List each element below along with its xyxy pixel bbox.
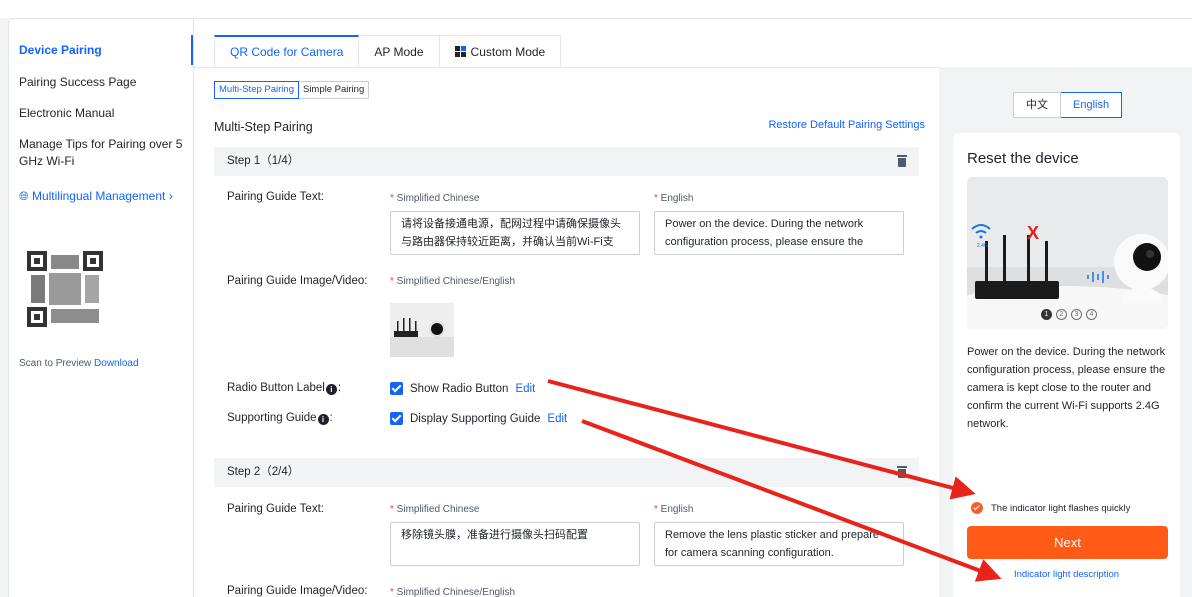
tab-qr-code-camera[interactable]: QR Code for Camera [214, 35, 360, 67]
download-link[interactable]: Download [94, 358, 138, 369]
display-supporting-guide-row: Display Supporting Guide Edit [390, 412, 567, 425]
page-dot-4[interactable]: 4 [1086, 309, 1097, 320]
sidebar-item-device-pairing[interactable]: Device Pairing [19, 42, 191, 59]
edit-supporting-guide-link[interactable]: Edit [547, 413, 567, 425]
sidebar: Device Pairing Pairing Success Page Elec… [9, 19, 194, 597]
section-title: Multi-Step Pairing [214, 120, 313, 134]
preview-card: Reset the device X 2.4G 1 2 3 4 Power on… [953, 133, 1180, 597]
tab-ap-mode[interactable]: AP Mode [359, 35, 440, 67]
lang-option-english[interactable]: English [1061, 92, 1123, 118]
step-1-guide-text-label: Pairing Guide Text: [227, 191, 324, 203]
step-1-en-label: * English [654, 193, 694, 204]
display-supporting-guide-checkbox[interactable] [390, 412, 403, 425]
tab-custom-mode[interactable]: Custom Mode [439, 35, 562, 67]
step-1-title: Step 1（1/4） [227, 155, 300, 167]
step-1-image-lang-label: * Simplified Chinese/English [390, 276, 516, 287]
svg-text:2.4G: 2.4G [977, 243, 988, 249]
next-button[interactable]: Next [967, 526, 1168, 559]
scan-preview-text: Scan to Preview Download [19, 358, 139, 369]
chevron-right-icon: › [168, 189, 173, 203]
radio-button-label-field: Radio Button Label i: [227, 382, 342, 395]
step-2-image-label: Pairing Guide Image/Video: [227, 585, 368, 597]
main-panel: QR Code for Camera AP Mode Custom Mode M… [194, 19, 939, 597]
mobile-preview-panel: 中文 English Reset the device X 2.4G 1 2 3… [939, 67, 1192, 597]
radio-checked-icon [971, 502, 983, 514]
restore-defaults-link[interactable]: Restore Default Pairing Settings [768, 119, 925, 131]
indicator-flash-radio[interactable]: The indicator light flashes quickly [971, 502, 1130, 514]
show-radio-button-checkbox[interactable] [390, 382, 403, 395]
preview-description: Power on the device. During the network … [967, 346, 1166, 430]
step-1-image-label: Pairing Guide Image/Video: [227, 275, 368, 287]
step-2-title: Step 2（2/4） [227, 466, 300, 478]
step-2-guide-text-label: Pairing Guide Text: [227, 503, 324, 515]
step-2-zh-label: * Simplified Chinese [390, 504, 480, 515]
indicator-flash-label: The indicator light flashes quickly [991, 502, 1131, 514]
page-dot-3[interactable]: 3 [1071, 309, 1082, 320]
simple-pairing-option[interactable]: Simple Pairing [298, 81, 370, 99]
step-2-en-text-input[interactable]: Remove the lens plastic sticker and prep… [654, 522, 904, 566]
edit-radio-button-link[interactable]: Edit [515, 383, 535, 395]
mode-tabs: QR Code for Camera AP Mode Custom Mode [214, 35, 562, 67]
step-2-en-label: * English [654, 504, 694, 515]
scan-label: Scan to Preview [19, 358, 92, 369]
step-2-image-lang-label: * Simplified Chinese/English [390, 587, 516, 597]
step-1-zh-label: * Simplified Chinese [390, 193, 480, 204]
preview-qr-code [27, 251, 103, 327]
indicator-light-description-link[interactable]: Indicator light description [953, 569, 1180, 580]
pairing-type-switch: Multi-Step Pairing Simple Pairing [214, 81, 370, 99]
tab-custom-mode-label: Custom Mode [470, 44, 546, 59]
multilingual-label: Multilingual Management [31, 189, 166, 203]
show-radio-button-label: Show Radio Button [410, 382, 509, 395]
svg-text:X: X [1027, 223, 1039, 243]
step-1-zh-text-input[interactable]: 请将设备接通电源，配网过程中请确保摄像头与路由器保持较近距离，并确认当前Wi-F… [390, 211, 640, 255]
lang-option-chinese[interactable]: 中文 [1013, 92, 1061, 118]
app-frame: Device Pairing Pairing Success Page Elec… [8, 18, 1192, 597]
preview-title: Reset the device [967, 150, 1079, 167]
page-dot-2[interactable]: 2 [1056, 309, 1067, 320]
radio-button-label-text: Radio Button Label [227, 382, 325, 394]
supporting-guide-field: Supporting Guide i: [227, 412, 333, 425]
preview-language-switch: 中文 English [1013, 92, 1123, 118]
step-2-zh-text-input[interactable]: 移除镜头膜，准备进行摄像头扫码配置 [390, 522, 640, 566]
info-icon[interactable]: i [325, 384, 337, 395]
tab-divider [194, 67, 939, 68]
show-radio-button-row: Show Radio Button Edit [390, 382, 535, 395]
preview-guide-image: X 2.4G 1 2 3 4 [967, 177, 1168, 329]
step-2-header: Step 2（2/4） [214, 458, 919, 487]
supporting-guide-text: Supporting Guide [227, 412, 317, 424]
sidebar-item-electronic-manual[interactable]: Electronic Manual [19, 105, 191, 122]
trash-icon[interactable] [897, 466, 907, 478]
multi-step-pairing-option[interactable]: Multi-Step Pairing [214, 81, 299, 99]
trash-icon[interactable] [897, 155, 907, 167]
top-strip [0, 0, 1192, 18]
image-pagination: 1 2 3 4 [1041, 309, 1097, 320]
display-supporting-guide-label: Display Supporting Guide [410, 412, 541, 425]
grid-icon [454, 46, 466, 57]
sidebar-active-indicator [191, 35, 193, 65]
step-1-en-text-input[interactable]: Power on the device. During the network … [654, 211, 904, 255]
info-icon[interactable]: i [317, 414, 329, 425]
globe-icon: 🌐︎ [19, 189, 29, 203]
sidebar-item-pairing-success[interactable]: Pairing Success Page [19, 74, 191, 91]
step-1-guide-image[interactable] [390, 303, 454, 357]
step-1-header: Step 1（1/4） [214, 147, 919, 176]
sidebar-item-multilingual[interactable]: 🌐︎ Multilingual Management › [19, 188, 191, 205]
page-dot-1[interactable]: 1 [1041, 309, 1052, 320]
sidebar-item-5ghz-tips[interactable]: Manage Tips for Pairing over 5 GHz Wi-Fi [19, 136, 184, 170]
